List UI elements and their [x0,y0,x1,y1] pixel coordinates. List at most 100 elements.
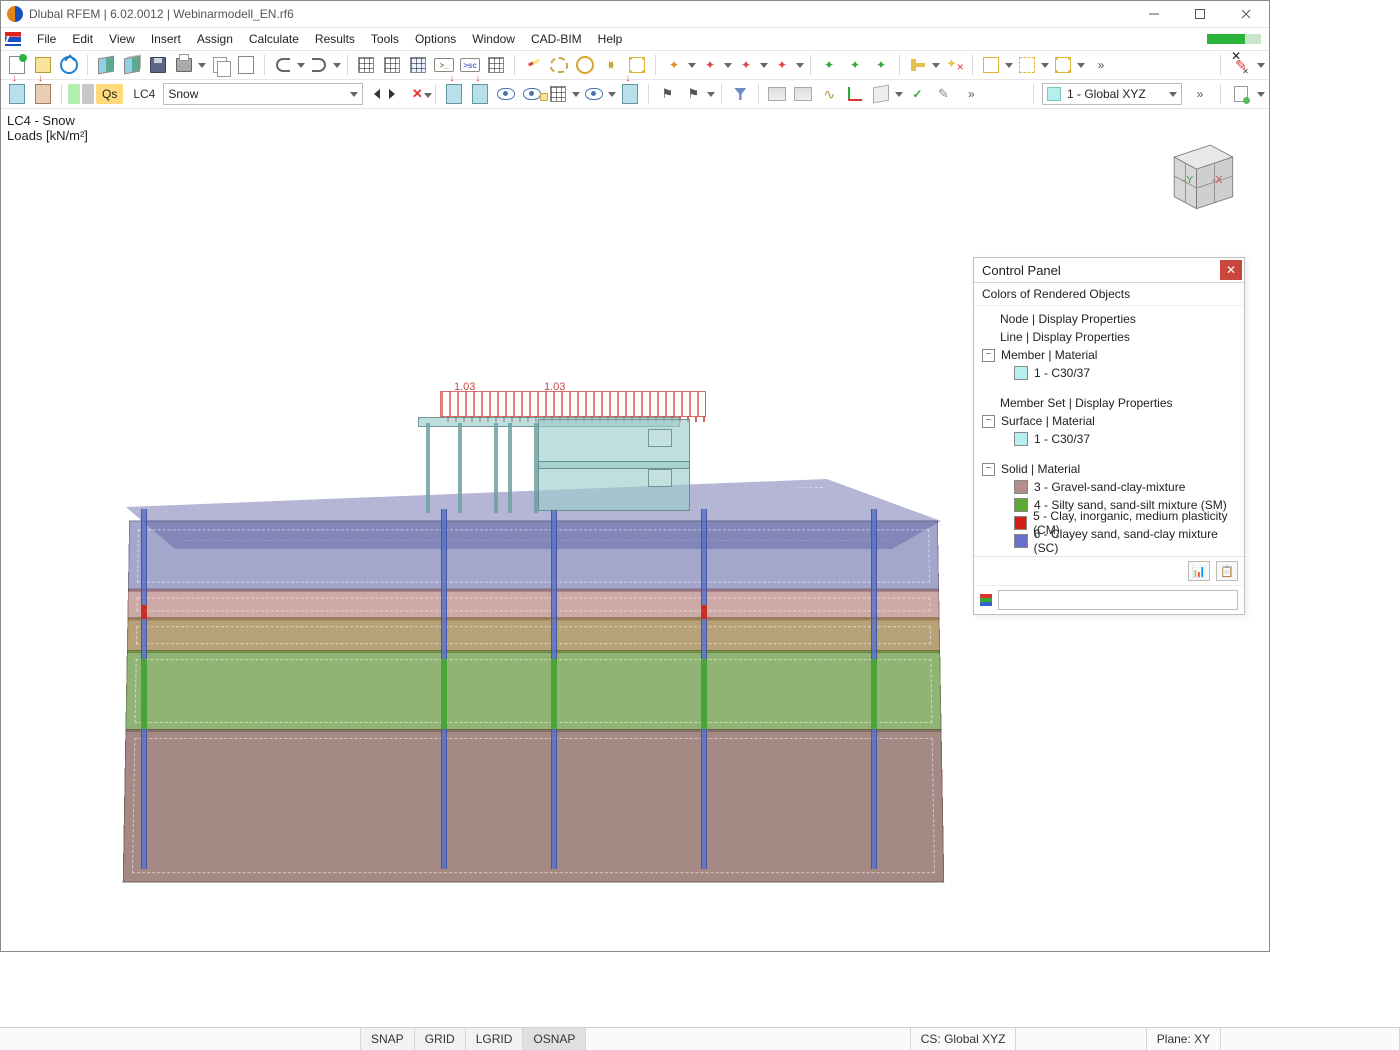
collapse-icon[interactable]: − [982,349,995,362]
menu-insert[interactable]: Insert [143,30,189,48]
window-minimize-button[interactable] [1131,1,1177,27]
table2-button[interactable] [380,53,404,77]
menu-assign[interactable]: Assign [189,30,241,48]
spark-grid-button[interactable] [770,53,794,77]
toolbar-overflow-button[interactable] [1089,53,1113,77]
curve-button[interactable] [817,82,841,106]
load-preset1-button[interactable] [5,82,29,106]
menu-tools[interactable]: Tools [363,30,407,48]
stair-dropdown[interactable] [932,61,940,70]
loadcase-chip-1[interactable] [82,84,94,104]
control-panel-close-button[interactable]: ✕ [1220,260,1242,280]
redo-button[interactable] [307,53,331,77]
portal2-button[interactable] [791,82,815,106]
box2-button[interactable] [1015,53,1039,77]
load-display2-button[interactable] [618,82,642,106]
filter-button[interactable] [728,82,752,106]
menu-cad-bim[interactable]: CAD-BIM [523,30,590,48]
clear-loadcase-button[interactable] [405,82,429,106]
tree-item[interactable]: 1 - C30/37 [978,364,1240,382]
tree-item[interactable]: 6 - Clayey sand, sand-clay mixture (SC) [978,532,1240,550]
check-button[interactable] [905,82,929,106]
cube-button[interactable] [869,82,893,106]
pen-button[interactable] [931,82,955,106]
print-button[interactable] [172,53,196,77]
panel-search-input[interactable] [998,590,1238,610]
spark-dropdown[interactable] [688,61,696,70]
eye-extra-dropdown[interactable] [608,90,616,99]
undo-dropdown[interactable] [297,61,305,70]
coordinate-system-select[interactable]: 1 - Global XYZ [1042,83,1182,105]
cs-overflow-button[interactable] [1188,82,1212,106]
spark-line-dropdown[interactable] [724,61,732,70]
tree2-button[interactable] [843,53,867,77]
tree3-button[interactable] [869,53,893,77]
portal1-button[interactable] [765,82,789,106]
spark-grid-dropdown[interactable] [796,61,804,70]
table1-button[interactable] [354,53,378,77]
save-button[interactable] [146,53,170,77]
cube-dropdown[interactable] [895,90,903,99]
box1-button[interactable] [979,53,1003,77]
spark-xline-dropdown[interactable] [760,61,768,70]
tree-group[interactable]: −Surface | Material [978,412,1240,430]
menu-calculate[interactable]: Calculate [241,30,307,48]
star-x-button[interactable] [942,53,966,77]
spark-xline-button[interactable] [734,53,758,77]
view-doc-button[interactable] [1229,82,1253,106]
window-close-button[interactable] [1223,1,1269,27]
next-loadcase-button[interactable] [385,84,403,104]
load-preset2-button[interactable] [31,82,55,106]
new-file-button[interactable] [5,53,29,77]
display-grid-dropdown[interactable] [572,90,580,99]
menu-help[interactable]: Help [590,30,631,48]
table3-button[interactable] [406,53,430,77]
wand-button[interactable] [521,53,545,77]
refresh-button[interactable] [57,53,81,77]
view-doc-dropdown[interactable] [1257,90,1265,99]
panel-button-chart-icon[interactable]: 📊 [1188,561,1210,581]
tree1-button[interactable] [817,53,841,77]
spark-line-button[interactable] [698,53,722,77]
menu-view[interactable]: View [101,30,143,48]
eye-extra-button[interactable] [582,82,606,106]
eye-numbers-button[interactable] [520,82,544,106]
menu-options[interactable]: Options [407,30,464,48]
copy-button[interactable] [208,53,232,77]
document-button[interactable] [234,53,258,77]
model-cubes-button[interactable] [120,53,144,77]
redo-dropdown[interactable] [333,61,341,70]
print-dropdown[interactable] [198,61,206,70]
tree-item[interactable]: 3 - Gravel-sand-clay-mixture [978,478,1240,496]
panel-button-copy-icon[interactable]: 📋 [1216,561,1238,581]
stair-button[interactable] [906,53,930,77]
display-grid-button[interactable] [546,82,570,106]
box2-dropdown[interactable] [1041,61,1049,70]
open-file-button[interactable] [31,53,55,77]
loadcase-chip-2[interactable]: Qs [96,84,123,104]
tree-plain[interactable]: Node | Display Properties [978,310,1240,328]
model-cube-button[interactable] [94,53,118,77]
tree-item[interactable]: 1 - C30/37 [978,430,1240,448]
undo-button[interactable] [271,53,295,77]
menu-results[interactable]: Results [307,30,363,48]
flag-dropdown[interactable] [707,90,715,99]
toolbar2-overflow-button[interactable] [959,82,983,106]
eye-button[interactable] [494,82,518,106]
menu-edit[interactable]: Edit [64,30,101,48]
loadcase-chip-0[interactable] [68,84,80,104]
table4-button[interactable] [484,53,508,77]
box3-dropdown[interactable] [1077,61,1085,70]
load-display1-button[interactable] [442,82,466,106]
collapse-icon[interactable]: − [982,415,995,428]
tree-group[interactable]: −Member | Material [978,346,1240,364]
box3-button[interactable] [1051,53,1075,77]
window-maximize-button[interactable] [1177,1,1223,27]
delete-button[interactable]: ✕ [1229,53,1253,77]
ring-select-button[interactable] [573,53,597,77]
tree-group[interactable]: −Solid | Material [978,460,1240,478]
flag-right-button[interactable] [681,82,705,106]
tree-plain[interactable]: Member Set | Display Properties [978,394,1240,412]
load-numbers1-button[interactable] [468,82,492,106]
tree-plain[interactable]: Line | Display Properties [978,328,1240,346]
